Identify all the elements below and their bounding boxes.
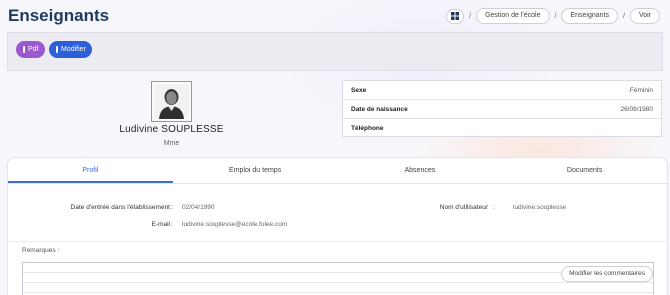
entry-date-label: Date d'entrée dans l'établissement: [70, 204, 170, 211]
pdf-button[interactable]: Pdf: [16, 41, 45, 58]
profile-card: Ludivine SOUPLESSE Mme: [100, 78, 240, 153]
info-value: Féminin: [629, 86, 653, 94]
info-row-phone: Téléphone: [343, 119, 661, 138]
colon: :: [171, 204, 173, 211]
entry-date-value: 02/04/1990: [182, 204, 215, 211]
tab-absences[interactable]: Absences: [338, 158, 503, 183]
file-icon: [23, 46, 25, 53]
action-toolbar: Pdf Modifier: [7, 32, 663, 71]
teacher-civility: Mme: [163, 140, 180, 147]
info-row-sex: Sexe Féminin: [343, 81, 661, 100]
breadcrumb-separator: /: [554, 12, 557, 20]
avatar: [151, 81, 192, 122]
info-label: Téléphone: [351, 125, 384, 132]
email-label: E-mail: [151, 221, 170, 228]
breadcrumb-item-voir[interactable]: Voir: [629, 8, 660, 24]
info-value: 26/08/1980: [620, 105, 653, 113]
section-divider: [8, 241, 669, 242]
tab-emploi-du-temps[interactable]: Emploi du temps: [173, 158, 338, 183]
info-label: Date de naissance: [351, 105, 408, 113]
user-silhouette-icon: [154, 84, 189, 119]
modify-button-label: Modifier: [61, 46, 86, 53]
colon: :: [171, 221, 173, 228]
remarks-line: [23, 292, 653, 293]
grid-icon: [451, 12, 460, 20]
breadcrumb-home[interactable]: [446, 8, 465, 24]
remarks-line: [23, 272, 653, 273]
remarks-line: [23, 282, 653, 283]
edit-icon: [56, 46, 58, 53]
pdf-button-label: Pdf: [28, 46, 39, 53]
tab-profil[interactable]: Profil: [8, 158, 173, 183]
breadcrumb-separator: /: [622, 12, 625, 20]
remarks-label: Remarques :: [22, 247, 60, 254]
info-row-birthdate: Date de naissance 26/08/1980: [343, 100, 661, 119]
breadcrumb-item-gestion[interactable]: Gestion de l'école: [476, 8, 550, 24]
remarks-table: [22, 262, 654, 295]
colon: :: [493, 204, 495, 211]
teacher-name: Ludivine SOUPLESSE: [119, 124, 224, 135]
info-label: Sexe: [351, 86, 367, 94]
main-card: Profil Emploi du temps Absences Document…: [7, 157, 669, 295]
email-value: ludivine.souplesse@ecole.fulee.com: [182, 221, 288, 228]
breadcrumb-separator: /: [469, 12, 472, 20]
tab-bar: Profil Emploi du temps Absences Document…: [8, 158, 667, 184]
info-table: Sexe Féminin Date de naissance 26/08/198…: [342, 80, 662, 137]
username-value: ludivine.souplesse: [513, 204, 567, 211]
edit-comments-button[interactable]: Modifier les commentaires: [561, 266, 653, 282]
breadcrumb-item-enseignants[interactable]: Enseignants: [561, 8, 618, 24]
page-title: Enseignants: [8, 6, 110, 25]
modify-button[interactable]: Modifier: [49, 41, 92, 58]
tab-documents[interactable]: Documents: [502, 158, 667, 183]
breadcrumb: / Gestion de l'école / Enseignants / Voi…: [446, 8, 660, 24]
username-label: Nom d'utilisateur: [439, 204, 488, 211]
